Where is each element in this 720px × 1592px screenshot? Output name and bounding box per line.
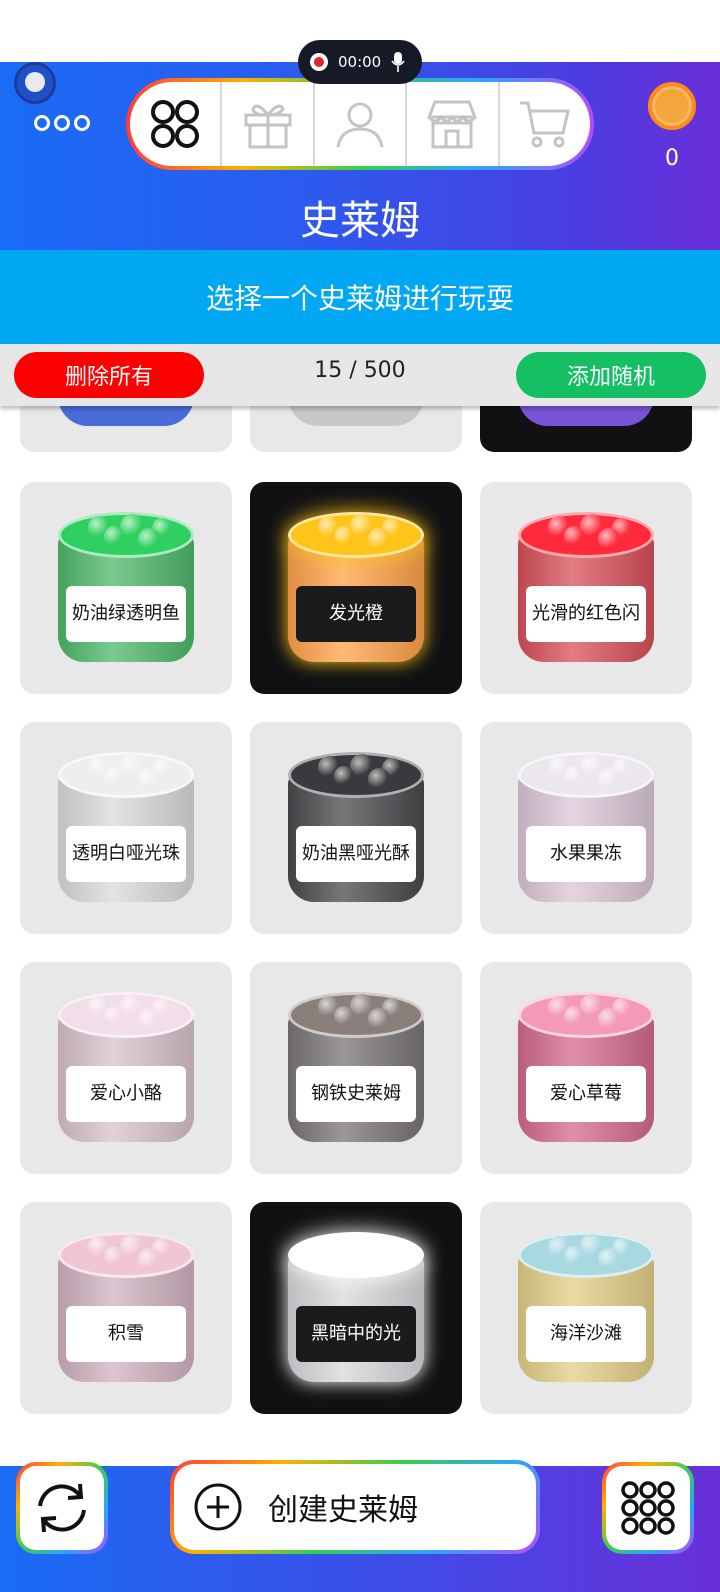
slime-name-label: 钢铁史莱姆: [296, 1066, 416, 1122]
nav-shop-tab[interactable]: [407, 82, 498, 166]
profile-icon: [336, 102, 384, 148]
slime-name-label: 爱心小酪: [66, 1066, 186, 1122]
nav-slimes-tab[interactable]: [130, 82, 221, 166]
slime-name-label: 积雪: [66, 1306, 186, 1362]
grid-icon: [151, 100, 200, 148]
grid-nine-icon: [621, 1481, 675, 1535]
plus-circle-icon: [194, 1483, 242, 1531]
slime-jar-image: 爱心草莓: [518, 992, 654, 1146]
slime-name-label: 爱心草莓: [526, 1066, 646, 1122]
slime-card[interactable]: 钢铁史莱姆: [250, 962, 462, 1174]
slime-name-label: 透明白哑光珠: [66, 826, 186, 882]
gift-icon: [244, 104, 292, 149]
slime-card[interactable]: 黑暗中的光: [250, 1202, 462, 1414]
shop-icon: [427, 100, 478, 149]
instruction-text: 选择一个史莱姆进行玩耍: [205, 282, 514, 315]
slime-card[interactable]: 光滑的红色闪: [480, 482, 692, 694]
nav-cart-tab[interactable]: [499, 82, 590, 166]
slime-card[interactable]: 海洋沙滩: [480, 1202, 692, 1414]
recorder-time: 00:00: [338, 53, 382, 71]
slime-card[interactable]: 爱心小酪: [20, 962, 232, 1174]
delete-all-button[interactable]: 删除所有: [14, 352, 204, 398]
refresh-button[interactable]: [16, 1462, 108, 1554]
list-toolbar: 删除所有 15 / 500 添加随机: [0, 344, 720, 406]
slime-name-label: 发光橙: [296, 586, 416, 642]
slime-jar-image: 钢铁史莱姆: [288, 992, 424, 1146]
slime-name-label: 奶油黑哑光酥: [296, 826, 416, 882]
slime-jar-image: 发光橙: [288, 512, 424, 666]
record-icon: [310, 53, 328, 71]
slime-jar-image: 透明白哑光珠: [58, 752, 194, 906]
all-slimes-button[interactable]: [602, 1462, 694, 1554]
microphone-icon: [391, 52, 405, 72]
more-menu-icon[interactable]: [34, 115, 90, 131]
slime-app-screen: 00:00 0 史莱姆 选择一个史莱姆进行玩耍 删除所有 15 / 500 添加…: [0, 0, 720, 1592]
instruction-banner: 选择一个史莱姆进行玩耍: [0, 250, 720, 344]
slime-card[interactable]: 奶油绿透明鱼: [20, 482, 232, 694]
slime-name-label: 水果果冻: [526, 826, 646, 882]
slime-name-label: 海洋沙滩: [526, 1306, 646, 1362]
nav-gift-tab[interactable]: [222, 82, 313, 166]
nav-profile-tab[interactable]: [314, 82, 406, 166]
slime-name-label: 黑暗中的光: [296, 1306, 416, 1362]
slime-card[interactable]: 积雪: [20, 1202, 232, 1414]
page-title: 史莱姆: [300, 198, 420, 244]
slime-card-partial[interactable]: [480, 406, 692, 452]
slime-jar-image: 水果果冻: [518, 752, 654, 906]
slime-jar-image: 光滑的红色闪: [518, 512, 654, 666]
slime-jar-image: 海洋沙滩: [518, 1232, 654, 1386]
slime-name-label: 奶油绿透明鱼: [66, 586, 186, 642]
top-navigation: [126, 78, 594, 170]
slime-card[interactable]: 透明白哑光珠: [20, 722, 232, 934]
add-random-button[interactable]: 添加随机: [516, 352, 706, 398]
slime-counter: 15 / 500: [314, 358, 406, 383]
slime-card[interactable]: 水果果冻: [480, 722, 692, 934]
slime-card-partial[interactable]: [250, 406, 462, 452]
slime-grid: 奶油绿透明鱼 发光橙 光滑的红色闪透明白哑光珠 奶油黑哑光酥 水果果冻爱心小酪 钢铁史莱姆…: [0, 406, 720, 1466]
create-slime-button[interactable]: 创建史莱姆: [170, 1460, 540, 1554]
cart-icon: [519, 101, 570, 148]
slime-jar-image: 奶油绿透明鱼: [58, 512, 194, 666]
slime-jar-image: 爱心小酪: [58, 992, 194, 1146]
bottom-bar: 创建史莱姆: [0, 1460, 720, 1592]
floating-assistant-button[interactable]: [14, 62, 56, 104]
slime-card[interactable]: 爱心草莓: [480, 962, 692, 1174]
coin-icon[interactable]: [648, 82, 696, 130]
refresh-icon: [38, 1483, 86, 1533]
slime-jar-image: 奶油黑哑光酥: [288, 752, 424, 906]
create-slime-label: 创建史莱姆: [268, 1493, 418, 1528]
slime-card-partial[interactable]: [20, 406, 232, 452]
screen-recorder-pill[interactable]: 00:00: [298, 40, 422, 84]
coin-count: 0: [665, 146, 679, 171]
slime-card[interactable]: 奶油黑哑光酥: [250, 722, 462, 934]
slime-name-label: 光滑的红色闪: [526, 586, 646, 642]
slime-card[interactable]: 发光橙: [250, 482, 462, 694]
slime-jar-image: 积雪: [58, 1232, 194, 1386]
slime-jar-image: 黑暗中的光: [288, 1232, 424, 1386]
